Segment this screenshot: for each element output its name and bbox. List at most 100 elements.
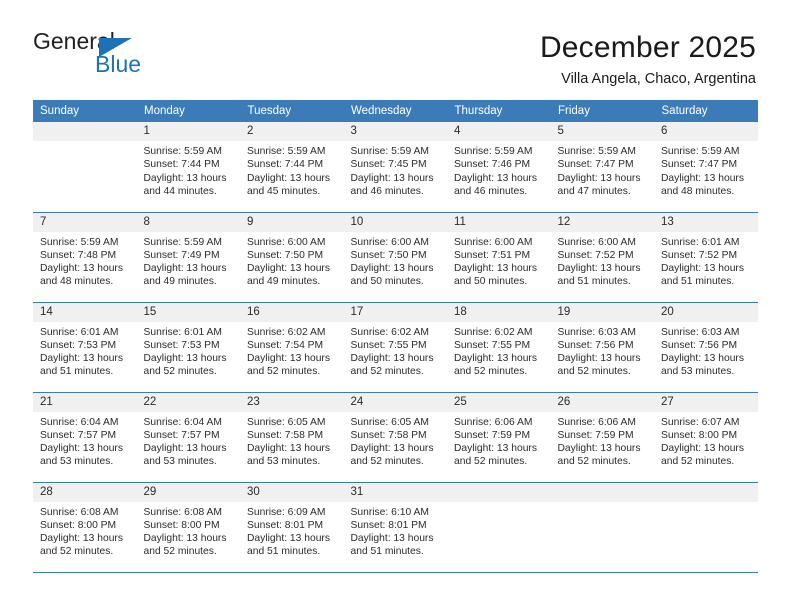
calendar-day-cell[interactable]: 9 Sunrise: 6:00 AM Sunset: 7:50 PM Daylight… xyxy=(240,212,344,303)
day-number: 13 xyxy=(654,212,758,232)
sunset-text: Sunset: 7:50 PM xyxy=(247,249,324,261)
sunset-text: Sunset: 7:47 PM xyxy=(557,159,634,171)
calendar-day-cell[interactable]: 20 Sunrise: 6:03 AM Sunset: 7:56 PM Dayligh… xyxy=(654,302,758,393)
day-sun-info: Sunrise: 6:08 AM Sunset: 8:00 PM Daylight:… xyxy=(137,502,241,559)
sunset-text: Sunset: 7:58 PM xyxy=(247,429,324,441)
sunrise-text: Sunrise: 6:07 AM xyxy=(661,416,740,428)
daylight-text: and 52 minutes. xyxy=(454,456,528,468)
day-sun-info: Sunrise: 6:01 AM Sunset: 7:53 PM Daylight:… xyxy=(137,322,241,379)
calendar-day-cell[interactable]: 1 Sunrise: 5:59 AM Sunset: 7:44 PM Daylight… xyxy=(136,122,241,213)
calendar-day-cell[interactable]: 3 Sunrise: 5:59 AM Sunset: 7:45 PM Daylight… xyxy=(343,122,447,213)
logo-text-blue: Blue xyxy=(95,51,142,77)
day-sun-info: Sunrise: 5:59 AM Sunset: 7:47 PM Daylight:… xyxy=(551,141,655,198)
day-number: 15 xyxy=(136,302,240,322)
daylight-text: and 51 minutes. xyxy=(40,366,114,378)
day-sun-info: Sunrise: 6:05 AM Sunset: 7:58 PM Daylight:… xyxy=(344,412,448,469)
calendar-day-cell[interactable]: 2 Sunrise: 5:59 AM Sunset: 7:44 PM Daylight… xyxy=(240,122,344,213)
day-number xyxy=(654,482,758,502)
day-sun-info: Sunrise: 6:02 AM Sunset: 7:54 PM Daylight:… xyxy=(240,322,344,379)
calendar-day-cell[interactable]: 24 Sunrise: 6:05 AM Sunset: 7:58 PM Dayligh… xyxy=(343,392,448,483)
day-sun-info: Sunrise: 6:01 AM Sunset: 7:53 PM Daylight:… xyxy=(33,322,137,379)
daylight-text: Daylight: 13 hours xyxy=(143,533,227,545)
calendar-day-cell[interactable]: 14 Sunrise: 6:01 AM Sunset: 7:53 PM Dayligh… xyxy=(33,302,137,393)
calendar-day-cell[interactable]: 16 Sunrise: 6:02 AM Sunset: 7:54 PM Dayligh… xyxy=(240,302,344,393)
sunset-text: Sunset: 7:56 PM xyxy=(661,339,738,351)
calendar-day-cell[interactable]: 21 Sunrise: 6:04 AM Sunset: 7:57 PM Dayligh… xyxy=(33,392,137,483)
calendar-day-cell[interactable]: 8 Sunrise: 5:59 AM Sunset: 7:49 PM Daylight… xyxy=(136,212,240,303)
calendar-day-cell[interactable]: 29 Sunrise: 6:08 AM Sunset: 8:00 PM Dayligh… xyxy=(136,482,241,573)
daylight-text: Daylight: 13 hours xyxy=(350,443,434,455)
calendar-day-cell[interactable]: 7 Sunrise: 5:59 AM Sunset: 7:48 PM Daylight… xyxy=(33,212,137,303)
day-sun-info: Sunrise: 6:02 AM Sunset: 7:55 PM Daylight:… xyxy=(344,322,448,379)
calendar-day-cell[interactable]: 5 Sunrise: 5:59 AM Sunset: 7:47 PM Daylight… xyxy=(550,122,655,213)
calendar-day-cell[interactable]: 17 Sunrise: 6:02 AM Sunset: 7:55 PM Dayligh… xyxy=(343,302,448,393)
day-number: 8 xyxy=(136,212,240,232)
daylight-text: Daylight: 13 hours xyxy=(454,443,537,455)
sunset-text: Sunset: 8:00 PM xyxy=(40,519,117,531)
sunrise-text: Sunrise: 5:59 AM xyxy=(40,236,119,248)
sunrise-text: Sunrise: 6:02 AM xyxy=(454,326,533,338)
calendar-day-cell[interactable]: 26 Sunrise: 6:06 AM Sunset: 7:59 PM Dayligh… xyxy=(550,392,654,483)
daylight-text: Daylight: 13 hours xyxy=(247,263,330,275)
calendar-day-cell[interactable]: 13 Sunrise: 6:01 AM Sunset: 7:52 PM Dayligh… xyxy=(654,212,758,303)
sunrise-text: Sunrise: 5:59 AM xyxy=(454,146,533,158)
sunset-text: Sunset: 7:52 PM xyxy=(661,249,738,261)
day-number: 21 xyxy=(33,392,137,412)
sunset-text: Sunset: 7:58 PM xyxy=(350,429,427,441)
sunrise-text: Sunrise: 6:00 AM xyxy=(557,236,636,248)
page-title: December 2025 xyxy=(539,31,756,64)
day-sun-info: Sunrise: 6:04 AM Sunset: 7:57 PM Daylight:… xyxy=(33,412,137,469)
calendar-day-cell[interactable]: 22 Sunrise: 6:04 AM Sunset: 7:57 PM Dayligh… xyxy=(136,392,240,483)
daylight-text: Daylight: 13 hours xyxy=(350,533,434,545)
calendar-day-cell[interactable]: 18 Sunrise: 6:02 AM Sunset: 7:55 PM Dayligh… xyxy=(447,302,551,393)
calendar-day-cell[interactable]: 28 Sunrise: 6:08 AM Sunset: 8:00 PM Dayligh… xyxy=(33,482,137,573)
day-sun-info: Sunrise: 5:59 AM Sunset: 7:44 PM Daylight:… xyxy=(137,141,241,198)
calendar-day-cell[interactable]: 31 Sunrise: 6:10 AM Sunset: 8:01 PM Dayligh… xyxy=(343,482,447,573)
day-sun-info: Sunrise: 6:01 AM Sunset: 7:52 PM Daylight:… xyxy=(654,232,758,289)
daylight-text: and 50 minutes. xyxy=(350,276,424,288)
sunset-text: Sunset: 7:50 PM xyxy=(350,249,427,261)
calendar-day-cell[interactable]: 25 Sunrise: 6:06 AM Sunset: 7:59 PM Dayligh… xyxy=(447,392,551,483)
daylight-text: Daylight: 13 hours xyxy=(143,263,227,275)
daylight-text: Daylight: 13 hours xyxy=(661,263,744,275)
calendar-day-cell[interactable]: 11 Sunrise: 6:00 AM Sunset: 7:51 PM Dayligh… xyxy=(447,212,551,303)
calendar-day-cell[interactable]: 10 Sunrise: 6:00 AM Sunset: 7:50 PM Dayligh… xyxy=(343,212,447,303)
day-number: 3 xyxy=(343,122,447,142)
daylight-text: and 47 minutes. xyxy=(557,185,631,197)
daylight-text: Daylight: 13 hours xyxy=(350,172,434,184)
sunrise-text: Sunrise: 6:05 AM xyxy=(350,416,429,428)
calendar-day-cell[interactable]: 6 Sunrise: 5:59 AM Sunset: 7:47 PM Daylight… xyxy=(654,122,758,213)
calendar-week-row: 1 Sunrise: 5:59 AM Sunset: 7:44 PM Daylight… xyxy=(33,122,758,213)
daylight-text: and 53 minutes. xyxy=(661,366,735,378)
day-number: 16 xyxy=(240,302,344,322)
sunrise-text: Sunrise: 6:09 AM xyxy=(247,506,326,518)
daylight-text: and 50 minutes. xyxy=(454,276,528,288)
daylight-text: and 52 minutes. xyxy=(40,546,114,558)
sunrise-text: Sunrise: 5:59 AM xyxy=(143,146,222,158)
sunset-text: Sunset: 7:55 PM xyxy=(454,339,531,351)
sunrise-text: Sunrise: 6:08 AM xyxy=(40,506,119,518)
daylight-text: Daylight: 13 hours xyxy=(454,263,537,275)
daylight-text: Daylight: 13 hours xyxy=(40,443,123,455)
calendar-day-cell[interactable]: 19 Sunrise: 6:03 AM Sunset: 7:56 PM Dayligh… xyxy=(550,302,654,393)
daylight-text: Daylight: 13 hours xyxy=(350,263,434,275)
day-number: 30 xyxy=(240,482,344,502)
calendar-day-cell[interactable]: 30 Sunrise: 6:09 AM Sunset: 8:01 PM Dayligh… xyxy=(240,482,344,573)
sunrise-text: Sunrise: 5:59 AM xyxy=(247,146,326,158)
daylight-text: and 53 minutes. xyxy=(143,456,217,468)
day-number: 23 xyxy=(240,392,344,412)
daylight-text: and 48 minutes. xyxy=(40,276,114,288)
daylight-text: and 52 minutes. xyxy=(143,546,217,558)
calendar-table: Sunday Monday Tuesday Wednesday Thursday Frid… xyxy=(33,100,758,573)
calendar-day-cell[interactable]: 15 Sunrise: 6:01 AM Sunset: 7:53 PM Dayligh… xyxy=(136,302,241,393)
calendar-day-cell[interactable]: 23 Sunrise: 6:05 AM Sunset: 7:58 PM Dayligh… xyxy=(240,392,344,483)
sunset-text: Sunset: 7:54 PM xyxy=(247,339,324,351)
weekday-header-saturday: Saturday xyxy=(654,100,758,122)
day-number: 20 xyxy=(654,302,758,322)
calendar-day-cell[interactable]: 4 Sunrise: 5:59 AM Sunset: 7:46 PM Daylight… xyxy=(447,122,551,213)
sunrise-text: Sunrise: 6:08 AM xyxy=(143,506,222,518)
calendar-day-cell[interactable]: 27 Sunrise: 6:07 AM Sunset: 8:00 PM Dayligh… xyxy=(654,392,758,483)
day-sun-info: Sunrise: 5:59 AM Sunset: 7:44 PM Daylight:… xyxy=(240,141,344,198)
day-sun-info: Sunrise: 6:02 AM Sunset: 7:55 PM Daylight:… xyxy=(447,322,551,379)
calendar-day-cell[interactable]: 12 Sunrise: 6:00 AM Sunset: 7:52 PM Dayligh… xyxy=(550,212,654,303)
